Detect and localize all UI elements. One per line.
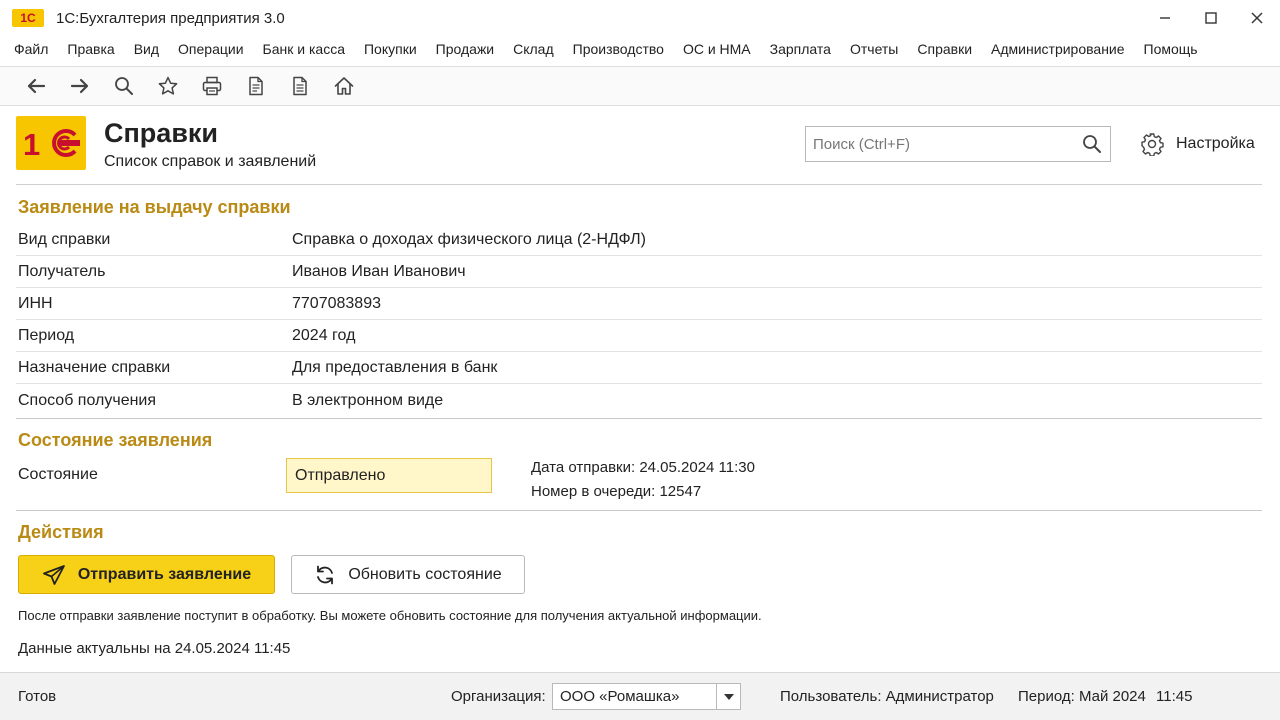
page-title: Справки bbox=[104, 118, 219, 148]
field-label: Период bbox=[18, 326, 75, 344]
section-title-request: Заявление на выдачу справки bbox=[18, 197, 291, 217]
svg-text:1: 1 bbox=[23, 127, 40, 160]
page-logo: 1 bbox=[16, 116, 86, 170]
report-icon bbox=[293, 76, 307, 96]
refresh-status-button[interactable]: Обновить состояние bbox=[291, 555, 525, 594]
clock-time: 11:45 bbox=[1156, 688, 1193, 705]
window-controls bbox=[1142, 0, 1280, 36]
field-row: Назначение справки Для предоставления в … bbox=[16, 352, 1262, 384]
field-value: 7707083893 bbox=[292, 294, 381, 312]
status-label: Состояние bbox=[18, 466, 98, 483]
field-label: Назначение справки bbox=[18, 358, 171, 376]
menu-sales[interactable]: Продажи bbox=[428, 41, 502, 57]
menu-reports[interactable]: Отчеты bbox=[842, 41, 906, 57]
ready-status: Готов bbox=[18, 688, 57, 705]
search-icon[interactable] bbox=[1074, 127, 1110, 161]
field-row: Способ получения В электронном виде bbox=[16, 385, 1262, 417]
app-logo: 1С bbox=[12, 9, 44, 27]
send-request-button[interactable]: Отправить заявление bbox=[18, 555, 275, 594]
back-button[interactable] bbox=[14, 70, 58, 102]
menu-help[interactable]: Помощь bbox=[1136, 41, 1206, 57]
favorite-star-icon bbox=[158, 76, 178, 95]
organization-select[interactable]: ООО «Ромашка» bbox=[552, 683, 741, 710]
refresh-status-label: Обновить состояние bbox=[348, 565, 502, 583]
field-row: Вид справки Справка о доходах физическог… bbox=[16, 224, 1262, 256]
maximize-icon[interactable] bbox=[1188, 0, 1234, 36]
send-icon bbox=[42, 564, 66, 586]
menu-purchases[interactable]: Покупки bbox=[356, 41, 425, 57]
search-box bbox=[805, 126, 1111, 162]
queue-number: Номер в очереди: 12547 bbox=[531, 483, 702, 500]
field-row: Получатель Иванов Иван Иванович bbox=[16, 256, 1262, 288]
menu-bank[interactable]: Банк и касса bbox=[255, 41, 353, 57]
settings-label: Настройка bbox=[1176, 135, 1255, 152]
title-bar: 1С 1С:Бухгалтерия предприятия 3.0 bbox=[0, 0, 1280, 36]
menu-administration[interactable]: Администрирование bbox=[983, 41, 1133, 57]
organization-label: Организация: bbox=[451, 688, 546, 705]
document-icon bbox=[249, 76, 263, 96]
menu-production[interactable]: Производство bbox=[565, 41, 672, 57]
search-button[interactable] bbox=[102, 70, 146, 102]
menu-file[interactable]: Файл bbox=[6, 41, 56, 57]
document-button[interactable] bbox=[234, 70, 278, 102]
menu-edit[interactable]: Правка bbox=[59, 41, 122, 57]
forward-button[interactable] bbox=[58, 70, 102, 102]
refresh-icon bbox=[314, 564, 336, 586]
info-note: После отправки заявление поступит в обра… bbox=[18, 608, 762, 623]
menu-view[interactable]: Вид bbox=[126, 41, 167, 57]
back-icon bbox=[27, 78, 46, 94]
print-icon bbox=[202, 76, 222, 96]
home-icon bbox=[334, 77, 354, 95]
menu-assets[interactable]: ОС и НМА bbox=[675, 41, 759, 57]
menu-certificates[interactable]: Справки bbox=[909, 41, 980, 57]
menu-warehouse[interactable]: Склад bbox=[505, 41, 562, 57]
field-label: Способ получения bbox=[18, 392, 157, 409]
organization-value: ООО «Ромашка» bbox=[560, 688, 680, 705]
header-divider bbox=[16, 184, 1262, 185]
settings-button[interactable]: Настройка bbox=[1140, 130, 1255, 158]
field-label: Получатель bbox=[18, 262, 106, 280]
field-value: Для предоставления в банк bbox=[292, 358, 498, 376]
field-value: Справка о доходах физического лица (2-НД… bbox=[292, 230, 647, 248]
print-button[interactable] bbox=[190, 70, 234, 102]
field-row: Период 2024 год bbox=[16, 320, 1262, 352]
close-icon[interactable] bbox=[1234, 0, 1280, 36]
period-info: Период: Май 2024 bbox=[1018, 688, 1146, 705]
data-actual-timestamp: Данные актуальны на 24.05.2024 11:45 bbox=[18, 640, 291, 657]
favorite-button[interactable] bbox=[146, 70, 190, 102]
toolbar bbox=[0, 66, 1280, 106]
section-divider bbox=[16, 510, 1262, 511]
status-field: Отправлено bbox=[286, 458, 492, 493]
search-icon bbox=[115, 77, 133, 95]
send-request-label: Отправить заявление bbox=[77, 565, 252, 583]
sent-date: Дата отправки: 24.05.2024 11:30 bbox=[531, 459, 755, 476]
minimize-icon[interactable] bbox=[1142, 0, 1188, 36]
report-button[interactable] bbox=[278, 70, 322, 102]
search-input[interactable] bbox=[813, 135, 1074, 153]
menu-operations[interactable]: Операции bbox=[170, 41, 252, 57]
section-title-actions: Действия bbox=[18, 522, 104, 542]
home-button[interactable] bbox=[322, 70, 366, 102]
window-title: 1С:Бухгалтерия предприятия 3.0 bbox=[56, 9, 285, 27]
field-row: ИНН 7707083893 bbox=[16, 288, 1262, 320]
user-info: Пользователь: Администратор bbox=[780, 688, 994, 705]
field-value: Иванов Иван Иванович bbox=[292, 262, 466, 280]
field-label: ИНН bbox=[18, 294, 53, 312]
forward-icon bbox=[70, 78, 89, 94]
gear-icon bbox=[1141, 133, 1164, 156]
status-bar: Готов Организация: ООО «Ромашка» Пользов… bbox=[0, 672, 1280, 720]
section-divider bbox=[16, 418, 1262, 419]
field-value: 2024 год bbox=[292, 326, 356, 344]
dropdown-arrow-icon[interactable] bbox=[716, 684, 740, 709]
menu-bar: Файл Правка Вид Операции Банк и касса По… bbox=[0, 36, 1280, 62]
field-label: Вид справки bbox=[18, 230, 111, 248]
menu-salary[interactable]: Зарплата bbox=[762, 41, 839, 57]
section-title-status: Состояние заявления bbox=[18, 430, 213, 450]
field-value: В электронном виде bbox=[292, 392, 444, 409]
page-subtitle: Список справок и заявлений bbox=[104, 153, 317, 170]
